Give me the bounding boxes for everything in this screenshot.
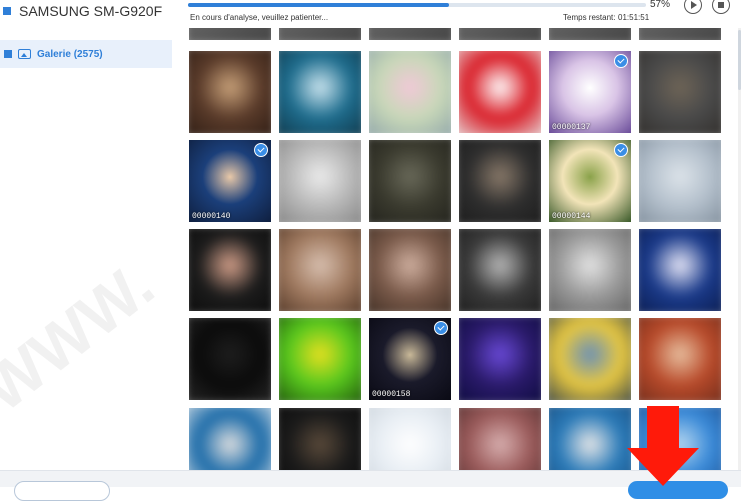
red-arrow-pointer [627, 406, 699, 486]
photo-tile[interactable] [279, 51, 361, 133]
stop-icon [718, 2, 724, 8]
photo-tile[interactable] [189, 51, 271, 133]
photo-tile[interactable] [279, 318, 361, 400]
photo-tile[interactable] [189, 318, 271, 400]
photo-tile-label: 00000158 [372, 390, 411, 399]
photo-tile[interactable] [639, 229, 721, 311]
photo-tile[interactable] [459, 229, 541, 311]
photo-tile-label: 00000144 [552, 212, 591, 221]
photo-tile[interactable] [459, 51, 541, 133]
photo-tile[interactable] [279, 28, 361, 40]
scan-status: En cours d'analyse, veuillez patienter..… [190, 13, 329, 22]
photo-tile[interactable] [369, 28, 451, 40]
back-button[interactable] [14, 481, 110, 501]
selected-check-icon[interactable] [614, 143, 628, 157]
photo-tile[interactable] [369, 51, 451, 133]
scan-progress-bar: 57% En cours d'analyse, veuillez patient… [174, 0, 741, 28]
play-button[interactable] [684, 0, 702, 14]
photo-tile[interactable]: 00000144 [549, 140, 631, 222]
photo-tile[interactable] [369, 229, 451, 311]
photo-tile-label: 00000140 [192, 212, 231, 221]
selected-check-icon[interactable] [434, 321, 448, 335]
time-remaining-value: 01:51:51 [618, 13, 650, 22]
photo-tile[interactable] [459, 318, 541, 400]
photo-tile[interactable] [639, 140, 721, 222]
photo-tile[interactable] [369, 140, 451, 222]
progress-fill [188, 3, 450, 7]
stop-button[interactable] [712, 0, 730, 14]
photo-tile[interactable]: 00000140 [189, 140, 271, 222]
photo-tile[interactable]: 00000158 [369, 318, 451, 400]
photo-tile[interactable] [369, 408, 451, 470]
photo-tile[interactable] [639, 28, 721, 40]
photo-tile[interactable] [639, 51, 721, 133]
photo-tile[interactable] [459, 408, 541, 470]
gallery-checkbox[interactable] [4, 50, 12, 58]
selected-check-icon[interactable] [614, 54, 628, 68]
device-header[interactable]: SAMSUNG SM-G920F [0, 0, 174, 22]
device-checkbox[interactable] [3, 7, 11, 15]
photo-tile[interactable] [459, 28, 541, 40]
photo-tile[interactable] [549, 229, 631, 311]
sidebar: SAMSUNG SM-G920F Galerie (2575) [0, 0, 175, 470]
photo-tile[interactable] [459, 140, 541, 222]
photo-tile[interactable] [549, 318, 631, 400]
progress-percent: 57% [650, 0, 671, 10]
device-name: SAMSUNG SM-G920F [19, 3, 163, 19]
photo-tile[interactable] [279, 408, 361, 470]
photo-tile[interactable] [189, 229, 271, 311]
photo-tile[interactable] [189, 28, 271, 40]
photo-tile-label: 00000137 [552, 123, 591, 132]
sidebar-item-gallery[interactable]: Galerie (2575) [0, 40, 172, 68]
play-icon [691, 1, 697, 9]
photo-tile[interactable] [279, 229, 361, 311]
photo-tile[interactable] [639, 318, 721, 400]
photo-tile[interactable]: 00000137 [549, 51, 631, 133]
photo-tile[interactable] [189, 408, 271, 470]
sidebar-item-label: Galerie (2575) [37, 48, 103, 60]
progress-track [188, 3, 646, 7]
photo-tile[interactable] [279, 140, 361, 222]
photo-tile[interactable] [549, 28, 631, 40]
photo-tile[interactable] [549, 408, 631, 470]
selected-check-icon[interactable] [254, 143, 268, 157]
time-remaining-label: Temps restant: [563, 13, 616, 22]
photo-grid: 00000137 00000140 00000144 00000158 [174, 28, 741, 470]
gallery-icon [18, 49, 31, 59]
